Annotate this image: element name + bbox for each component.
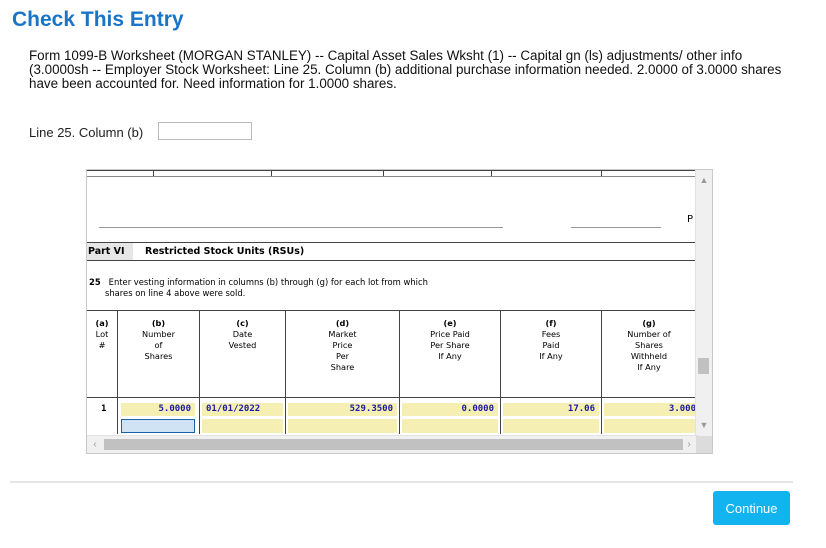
message-text: Form 1099-B Worksheet (MORGAN STANLEY) -… — [29, 48, 782, 91]
date-vested-field-new-row[interactable] — [202, 419, 283, 433]
price-paid-field-new-row[interactable] — [402, 419, 498, 433]
price-paid-field[interactable]: 0.0000 — [402, 403, 498, 416]
part-title: Restricted Stock Units (RSUs) — [145, 246, 305, 257]
column-header-b: (b) Number of Shares — [142, 318, 175, 361]
form-rule — [87, 397, 696, 398]
column-header-e: (e) Price Paid Per Share If Any — [430, 318, 470, 361]
instruction-text: shares on line 4 above were sold. — [105, 288, 246, 298]
form-rule — [87, 260, 696, 261]
divider — [10, 481, 793, 483]
column-header-c: (c) Date Vested — [228, 318, 257, 350]
column-header-g: (g) Number of Shares Withheld If Any — [627, 318, 671, 372]
shares-withheld-field[interactable]: 3.000 — [604, 403, 696, 416]
part-header: Part VI Restricted Stock Units (RSUs) — [87, 243, 696, 260]
column-header-a: (a) Lot # — [95, 318, 109, 350]
number-of-shares-field[interactable]: 5.0000 — [121, 403, 195, 416]
date-vested-field[interactable]: 01/01/2022 — [202, 403, 283, 416]
column-header-f: (f) Fees Paid If Any — [539, 318, 563, 361]
line-25-column-b-input[interactable] — [158, 122, 252, 140]
column-header-d: (d) Market Price Per Share — [328, 318, 357, 372]
fees-paid-field[interactable]: 17.06 — [503, 403, 599, 416]
part-label: Part VI — [87, 243, 133, 260]
form-rule — [87, 170, 696, 171]
market-price-field-new-row[interactable] — [288, 419, 397, 433]
scroll-right-arrow-icon[interactable]: › — [681, 436, 697, 453]
form-rule — [87, 310, 696, 311]
vertical-scrollbar[interactable]: ▲ ▼ — [695, 170, 712, 437]
scrollbar-corner — [696, 436, 712, 453]
form-preview: P Part VI Restricted Stock Units (RSUs) … — [86, 169, 713, 454]
date-line — [571, 227, 661, 228]
form-document: P Part VI Restricted Stock Units (RSUs) … — [87, 170, 696, 434]
fees-paid-field-new-row[interactable] — [503, 419, 599, 433]
line-number: 25 — [89, 277, 101, 287]
horizontal-scroll-thumb[interactable] — [104, 439, 683, 450]
form-rule — [87, 176, 696, 177]
signature-line — [99, 227, 503, 228]
form-fragment-text: P — [687, 214, 694, 225]
instruction-text: Enter vesting information in columns (b)… — [108, 277, 428, 287]
number-of-shares-field-new-row[interactable] — [121, 419, 195, 433]
vertical-scroll-thumb[interactable] — [698, 358, 709, 374]
lot-number: 1 — [101, 404, 107, 414]
scroll-left-arrow-icon[interactable]: ‹ — [87, 436, 103, 453]
scroll-down-arrow-icon[interactable]: ▼ — [696, 417, 712, 433]
horizontal-scrollbar[interactable]: ‹ › — [87, 435, 698, 453]
shares-withheld-field-new-row[interactable] — [604, 419, 696, 433]
continue-button[interactable]: Continue — [713, 491, 790, 525]
line-25-instruction: 25 Enter vesting information in columns (… — [89, 277, 428, 299]
field-label: Line 25. Column (b) — [29, 125, 144, 140]
scroll-up-arrow-icon[interactable]: ▲ — [696, 172, 712, 188]
dialog-title: Check This Entry — [12, 8, 184, 31]
market-price-field[interactable]: 529.3500 — [288, 403, 397, 416]
